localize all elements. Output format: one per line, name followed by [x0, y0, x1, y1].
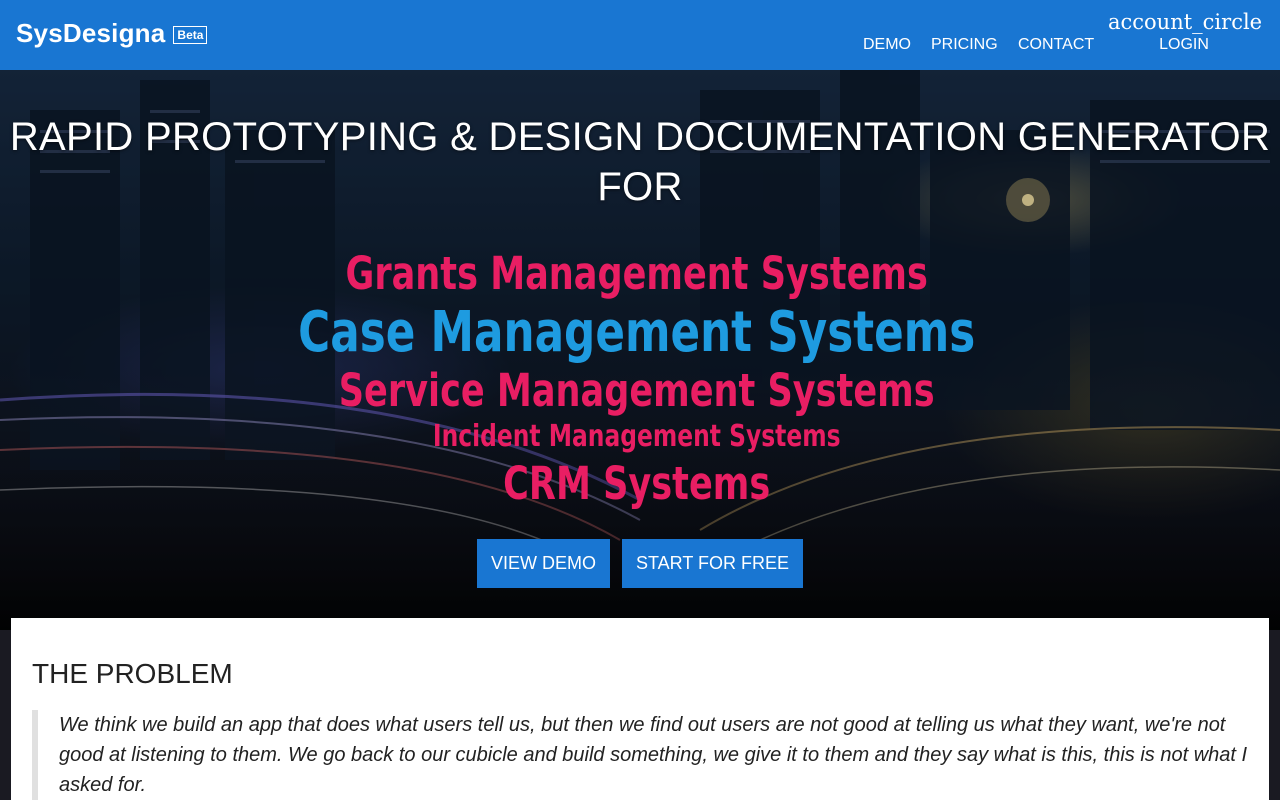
brand-name: SysDesigna: [16, 18, 166, 48]
account-circle-icon: account_circle: [1108, 10, 1263, 34]
hero-section: RAPID PROTOTYPING & DESIGN DOCUMENTATION…: [0, 70, 1280, 630]
problem-card: THE PROBLEM We think we build an app tha…: [11, 618, 1269, 800]
hero-title: RAPID PROTOTYPING & DESIGN DOCUMENTATION…: [9, 115, 1271, 209]
top-app-bar: SysDesigna Beta DEMO PRICING CONTACT acc…: [0, 0, 1280, 70]
nav-demo-link[interactable]: DEMO: [863, 36, 911, 54]
login-button[interactable]: account_circle LOGIN: [1108, 8, 1263, 54]
beta-badge: Beta: [173, 25, 208, 44]
start-for-free-button[interactable]: START FOR FREE: [622, 539, 803, 588]
brand-logo-link[interactable]: SysDesigna Beta: [16, 18, 208, 49]
view-demo-button[interactable]: VIEW DEMO: [477, 539, 610, 588]
system-type-item: Incident Management Systems: [432, 419, 841, 454]
problem-quote: We think we build an app that does what …: [32, 710, 1254, 800]
system-type-item: Grants Management Systems: [345, 247, 928, 300]
system-type-item: CRM Systems: [503, 457, 771, 510]
system-type-item: Case Management Systems: [298, 300, 976, 365]
login-label: LOGIN: [1159, 36, 1209, 53]
nav-contact-link[interactable]: CONTACT: [1018, 36, 1094, 54]
problem-title: THE PROBLEM: [32, 658, 233, 689]
nav-pricing-link[interactable]: PRICING: [931, 36, 998, 54]
system-types-list: Grants Management Systems Case Managemen…: [138, 245, 1136, 513]
system-type-item: Service Management Systems: [338, 364, 935, 417]
